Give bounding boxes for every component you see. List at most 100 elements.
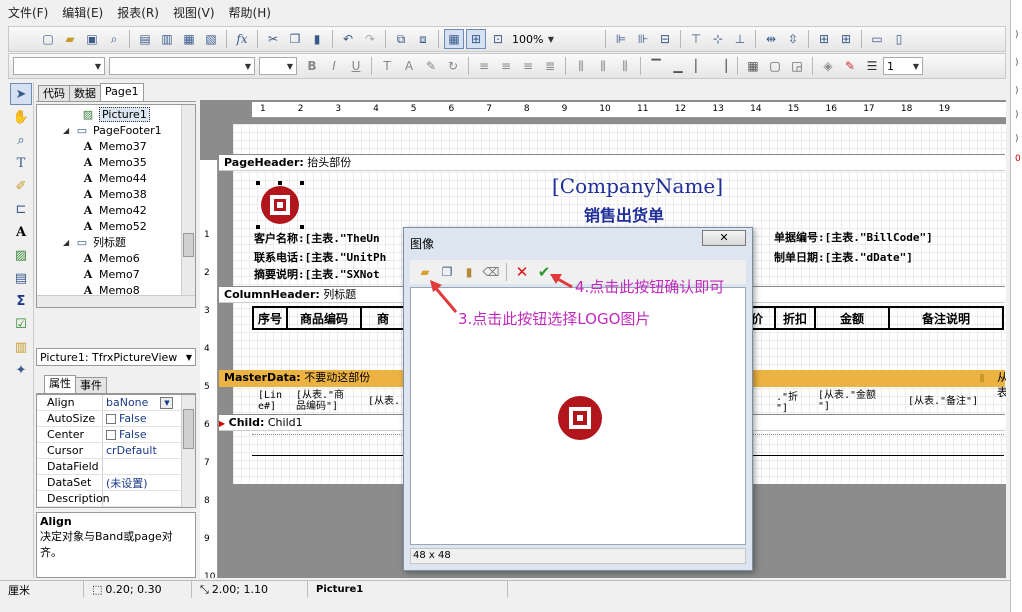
undo-icon[interactable]: ↶: [338, 29, 358, 49]
master-cell-code[interactable]: [从表."商 品编码"]: [296, 390, 344, 412]
tree-item[interactable]: A Memo52: [81, 218, 147, 234]
column-product-name[interactable]: 商: [360, 306, 404, 330]
tree-item[interactable]: A Memo35: [81, 154, 147, 170]
tree-item[interactable]: A Memo37: [81, 138, 147, 154]
valign-bottom-icon[interactable]: ⫼: [615, 56, 635, 76]
redo-icon[interactable]: ↷: [360, 29, 380, 49]
delete-page-icon[interactable]: ▦: [179, 29, 199, 49]
tree-item[interactable]: ▨ Picture1: [81, 106, 150, 122]
valign-top-icon[interactable]: ⫼: [571, 56, 591, 76]
valign-middle-icon[interactable]: ⫼: [593, 56, 613, 76]
subreport-icon[interactable]: ▤: [10, 267, 32, 289]
frame-none-icon[interactable]: ▢: [765, 56, 785, 76]
variables-icon[interactable]: fx: [232, 29, 252, 49]
align-center-icon[interactable]: ⊪: [633, 29, 653, 49]
frame-color-icon[interactable]: ✎: [840, 56, 860, 76]
master-cell-name[interactable]: [从表.: [368, 396, 400, 407]
open-folder-icon[interactable]: ▰: [415, 262, 435, 282]
bill-code-field[interactable]: 单据编号:[主表."BillCode"]: [774, 229, 933, 245]
menu-report[interactable]: 报表(R): [117, 4, 159, 21]
tab-page1[interactable]: Page1: [100, 83, 144, 101]
property-value[interactable]: (未设置): [103, 475, 148, 491]
frame-top-icon[interactable]: ▔: [646, 56, 666, 76]
tab-code[interactable]: 代码: [38, 85, 70, 101]
save-icon[interactable]: ▣: [82, 29, 102, 49]
menu-view[interactable]: 视图(V): [173, 4, 215, 21]
font-name-select[interactable]: ▼: [109, 57, 255, 75]
tree-item[interactable]: ◢ ▭ 列标题: [63, 234, 126, 250]
property-row[interactable]: AutoSize False: [37, 411, 195, 427]
copy-icon[interactable]: ❐: [437, 262, 457, 282]
align-to-grid-icon[interactable]: ⊞: [466, 29, 486, 49]
font-size-select[interactable]: ▼: [259, 57, 297, 75]
barcode-icon[interactable]: ▥: [10, 336, 32, 358]
confirm-check-icon[interactable]: ✔: [534, 262, 554, 282]
checkbox[interactable]: [106, 413, 116, 424]
more-objects-icon[interactable]: ✦: [10, 359, 32, 381]
tree-item[interactable]: A Memo38: [81, 186, 147, 202]
master-cell-remark[interactable]: [从表."备注"]: [908, 396, 978, 407]
master-cell-line[interactable]: [Lin e#]: [258, 390, 282, 412]
tree-item[interactable]: A Memo7: [81, 266, 140, 282]
text-align-right-icon[interactable]: ≡: [518, 56, 538, 76]
tree-item[interactable]: A Memo6: [81, 250, 140, 266]
frame-style-icon[interactable]: ☰: [862, 56, 882, 76]
format-painter-icon[interactable]: ✐: [10, 175, 32, 197]
open-folder-icon[interactable]: ▰: [60, 29, 80, 49]
rotation-icon[interactable]: ↻: [443, 56, 463, 76]
select-pointer-icon[interactable]: ➤: [10, 83, 32, 105]
memo-icon[interactable]: A: [10, 221, 32, 243]
font-settings-icon[interactable]: T: [377, 56, 397, 76]
italic-icon[interactable]: I: [324, 56, 344, 76]
property-value[interactable]: crDefault: [103, 444, 157, 457]
column-amount[interactable]: 金额: [814, 306, 888, 330]
master-cell-amount[interactable]: [从表."金额 "]: [818, 390, 876, 412]
center-horizontal-icon[interactable]: ⊞: [814, 29, 834, 49]
eraser-icon[interactable]: ⌫: [481, 262, 501, 282]
object-selector[interactable]: Picture1: TfrxPictureView ▼: [36, 348, 196, 366]
align-left-icon[interactable]: ⊫: [611, 29, 631, 49]
group-icon[interactable]: ⧉: [391, 29, 411, 49]
ungroup-icon[interactable]: ⧈: [413, 29, 433, 49]
property-value[interactable]: baNone ▼: [103, 396, 174, 409]
bill-date-field[interactable]: 制单日期:[主表."dDate"]: [774, 249, 913, 265]
property-row[interactable]: Align baNone ▼: [37, 395, 195, 411]
tree-hscrollbar[interactable]: [37, 295, 195, 307]
align-center-page-icon[interactable]: ⊟: [655, 29, 675, 49]
style-select[interactable]: ▼: [13, 57, 105, 75]
expand-icon[interactable]: ◢: [63, 126, 73, 135]
text-align-left-icon[interactable]: ≡: [474, 56, 494, 76]
menu-edit[interactable]: 编辑(E): [62, 4, 103, 21]
space-vertical-icon[interactable]: ⇳: [783, 29, 803, 49]
tree-item[interactable]: A Memo42: [81, 202, 147, 218]
font-color-icon[interactable]: A: [399, 56, 419, 76]
property-row[interactable]: DataSet (未设置): [37, 475, 195, 491]
column-remark[interactable]: 备注说明: [888, 306, 1004, 330]
column-discount[interactable]: 折扣: [774, 306, 814, 330]
property-value[interactable]: False: [103, 428, 147, 441]
align-bottom-icon[interactable]: ⊥: [730, 29, 750, 49]
dialog-close-button[interactable]: ✕: [702, 230, 746, 246]
align-middle-icon[interactable]: ⊹: [708, 29, 728, 49]
column-index[interactable]: 序号: [252, 306, 286, 330]
tree-scrollbar[interactable]: [181, 105, 195, 307]
logo-picture[interactable]: [256, 181, 304, 229]
page-settings-icon[interactable]: ▧: [201, 29, 221, 49]
preview-icon[interactable]: ⌕: [104, 29, 124, 49]
tree-item[interactable]: A Memo44: [81, 170, 147, 186]
fit-to-grid-icon[interactable]: ⊡: [488, 29, 508, 49]
highlight-icon[interactable]: ✎: [421, 56, 441, 76]
new-icon[interactable]: ▢: [38, 29, 58, 49]
band-icon[interactable]: ⊏: [10, 198, 32, 220]
frame-right-icon[interactable]: ▕: [712, 56, 732, 76]
column-product-code[interactable]: 商品编码: [286, 306, 360, 330]
align-top-icon[interactable]: ⊤: [686, 29, 706, 49]
menu-file[interactable]: 文件(F): [8, 4, 48, 21]
page-header-band[interactable]: PageHeader: 抬头部份: [219, 154, 1005, 171]
expand-icon[interactable]: ◢: [63, 238, 73, 247]
show-grid-icon[interactable]: ▦: [444, 29, 464, 49]
frame-all-icon[interactable]: ▦: [743, 56, 763, 76]
copy-icon[interactable]: ❐: [285, 29, 305, 49]
property-value[interactable]: False: [103, 412, 147, 425]
report-title-memo[interactable]: 销售出货单: [584, 202, 664, 226]
